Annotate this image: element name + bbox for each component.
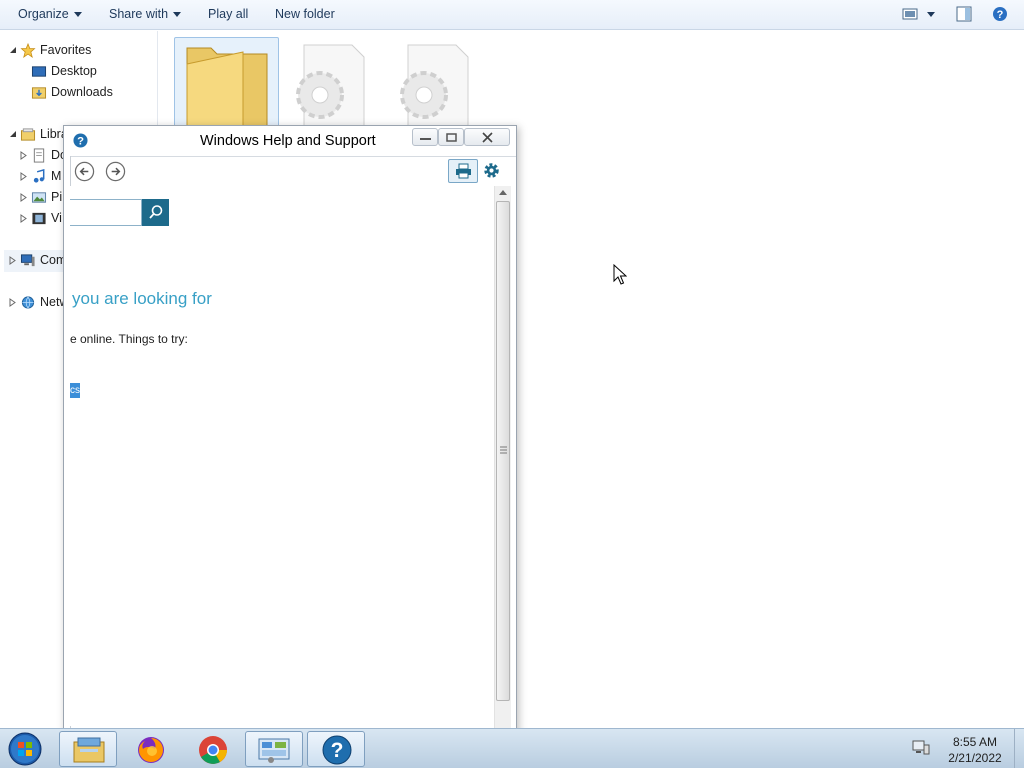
clock-time: 8:55 AM [952,735,998,749]
chevron-down-icon [73,12,82,18]
search-icon [149,205,163,219]
help-icon[interactable]: ? [992,6,1008,22]
vertical-scrollbar[interactable] [494,186,511,731]
maximize-icon [446,133,457,142]
taskbar-firefox-button[interactable] [121,731,179,767]
gear-icon[interactable] [482,161,501,180]
settings-file-icon [400,44,469,129]
collapsed-arrow-icon[interactable] [20,193,27,202]
music-icon [33,169,45,183]
network-icon [21,296,35,309]
svg-text:?: ? [331,739,344,762]
close-icon [482,132,493,143]
search-input[interactable] [70,199,142,226]
explorer-command-bar: Organize Share with Play all New folder … [0,0,1024,30]
taskbar-control-panel-button[interactable] [245,731,303,767]
file-item[interactable] [386,43,470,129]
folder-item[interactable] [174,37,279,129]
chevron-down-icon [173,12,182,18]
taskbar-help-button[interactable]: ? [307,731,365,767]
desktop-icon [31,66,47,77]
expand-arrow-icon[interactable] [9,46,17,54]
help-and-support-window: ? Windows Help and Support you are looki… [63,125,517,736]
expand-arrow-icon[interactable] [9,130,17,138]
back-arrow-icon[interactable] [74,161,95,182]
chrome-icon [199,736,227,764]
help-window-title: Windows Help and Support [200,133,376,149]
computer-icon [20,254,35,267]
collapsed-arrow-icon[interactable] [9,298,16,307]
grip-icon [500,446,507,454]
play-all-button[interactable]: Play all [208,7,248,21]
print-button[interactable] [448,159,478,183]
taskbar-clock[interactable]: 8:55 AM 2/21/2022 [940,734,1010,766]
nav-videos-label: Vi [51,211,62,225]
nav-desktop-label: Desktop [51,64,97,78]
scroll-thumb[interactable] [496,201,510,701]
folder-icon [186,47,268,129]
downloads-folder-icon [31,87,47,99]
help-titlebar[interactable]: ? Windows Help and Support [64,126,516,156]
taskbar-chrome-button[interactable] [183,731,241,767]
control-panel-icon [258,738,290,763]
settings-file-icon [296,44,365,129]
mouse-cursor-icon [613,264,627,285]
file-item[interactable] [282,43,366,129]
videos-icon [32,212,46,225]
printer-icon [456,163,471,179]
preview-pane-icon[interactable] [956,6,972,22]
minimize-icon [420,138,431,140]
clock-date: 2/21/2022 [948,751,1002,765]
firefox-icon [138,737,164,763]
help-content-area: you are looking for e online. Things to … [70,186,494,726]
svg-text:?: ? [997,9,1004,21]
nav-pictures-label: Pi [51,190,63,204]
nav-favorites-label: Favorites [40,43,92,57]
documents-icon [33,148,45,163]
maximize-button[interactable] [438,128,464,146]
taskbar-explorer-button[interactable] [59,731,117,767]
help-question-icon: ? [322,735,352,765]
help-things-to-try: e online. Things to try: [70,332,188,346]
nav-music-label: M [51,169,62,183]
new-folder-button[interactable]: New folder [275,7,335,21]
network-tray-icon[interactable] [912,740,930,756]
taskbar: ? 8:55 AM 2/21/2022 [0,728,1024,768]
show-desktop-button[interactable] [1014,729,1024,768]
star-icon [20,43,36,58]
help-heading: you are looking for [72,289,212,308]
start-button[interactable] [5,731,45,767]
nav-downloads-label: Downloads [51,85,113,99]
share-with-button[interactable]: Share with [109,7,182,21]
help-toolbar [64,156,516,186]
forward-arrow-icon[interactable] [105,161,126,182]
scroll-up-icon[interactable] [499,189,507,195]
collapsed-arrow-icon[interactable] [20,214,27,223]
libraries-icon [20,128,36,141]
collapsed-arrow-icon[interactable] [20,172,27,181]
explorer-folder-icon [73,737,105,763]
share-with-label: Share with [109,7,169,21]
pictures-icon [31,192,47,203]
organize-label: Organize [18,7,69,21]
search-button[interactable] [142,199,169,226]
collapsed-arrow-icon[interactable] [9,256,16,265]
organize-button[interactable]: Organize [18,7,82,21]
help-app-icon: ? [73,133,88,148]
collapsed-arrow-icon[interactable] [20,151,27,160]
help-selected-link[interactable]: cs [70,383,80,398]
minimize-button[interactable] [412,128,438,146]
change-view-icon[interactable] [902,6,918,22]
svg-text:?: ? [77,136,84,148]
view-options-chevron-icon[interactable] [926,6,936,22]
close-button[interactable] [464,128,510,146]
